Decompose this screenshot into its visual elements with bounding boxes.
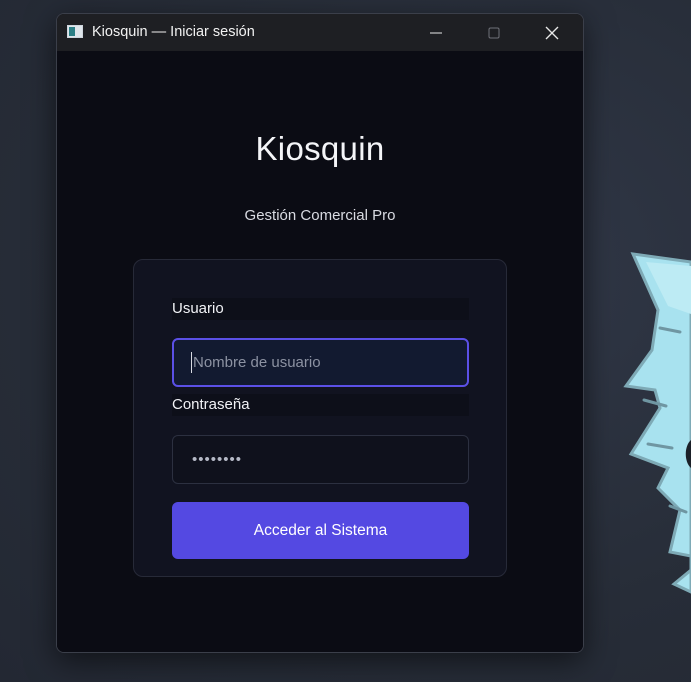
password-label: Contraseña — [172, 394, 469, 416]
wallpaper-art — [623, 252, 691, 594]
text-caret — [191, 352, 192, 373]
window-content: Kiosquin Gestión Comercial Pro Usuario C… — [57, 51, 583, 652]
close-button[interactable] — [523, 14, 581, 51]
app-subtitle: Gestión Comercial Pro — [244, 207, 396, 224]
username-label: Usuario — [172, 298, 469, 320]
title-bar[interactable]: Kiosquin — Iniciar sesión — [57, 14, 583, 51]
close-icon — [545, 26, 559, 39]
login-submit-button[interactable]: Acceder al Sistema — [172, 502, 469, 559]
maximize-icon — [488, 27, 500, 38]
maximize-button[interactable] — [465, 14, 523, 51]
minimize-icon — [430, 32, 442, 33]
app-title: Kiosquin — [255, 130, 385, 167]
window-title: Kiosquin — Iniciar sesión — [92, 24, 255, 40]
username-input[interactable] — [172, 338, 469, 387]
password-input[interactable] — [172, 435, 469, 484]
desktop-background: Kiosquin — Iniciar sesión Kiosquin Gesti… — [0, 0, 691, 682]
login-card: Usuario Contraseña Acceder al Sistema — [133, 259, 507, 577]
minimize-button[interactable] — [407, 14, 465, 51]
login-window: Kiosquin — Iniciar sesión Kiosquin Gesti… — [56, 13, 584, 653]
app-window-icon — [67, 25, 83, 38]
